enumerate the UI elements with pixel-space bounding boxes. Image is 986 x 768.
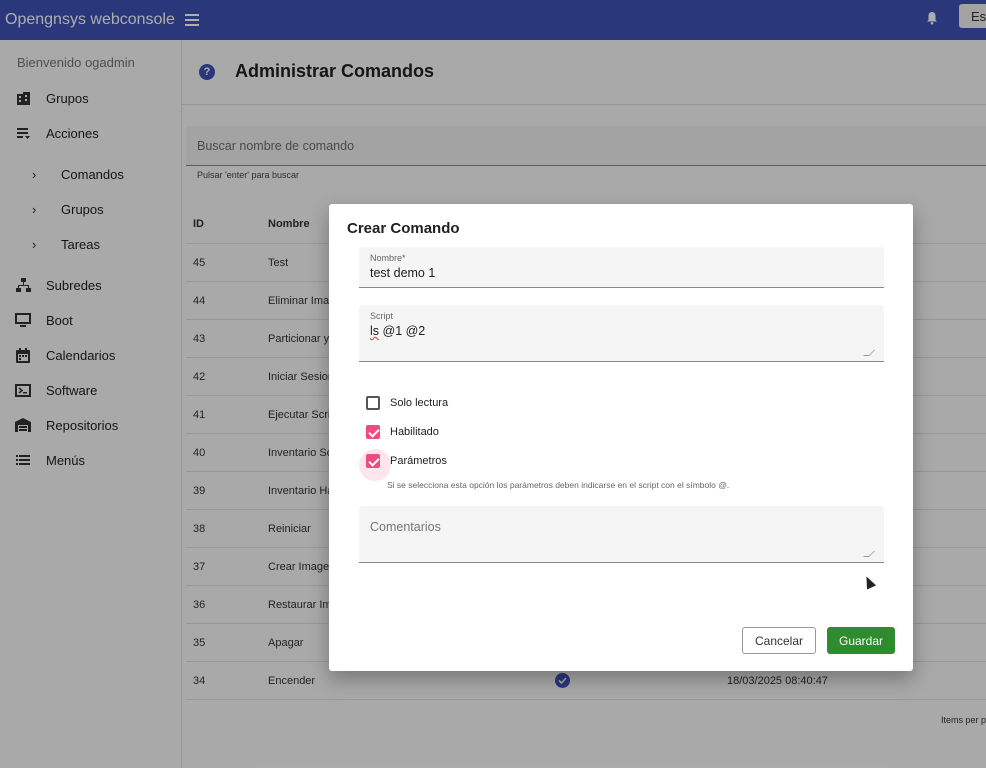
checkbox-box[interactable] [359,449,391,481]
name-input[interactable]: test demo 1 [370,266,435,280]
checkbox-habilitado[interactable]: Habilitado [366,422,439,442]
resize-handle-icon[interactable] [863,551,875,557]
dialog-title: Crear Comando [347,220,460,237]
checkbox-box[interactable] [366,396,380,410]
checkbox-solo-lectura[interactable]: Solo lectura [366,393,448,413]
checkbox-box[interactable] [366,425,380,439]
comments-placeholder: Comentarios [370,520,441,534]
script-text: @1 @2 [379,324,426,338]
checkbox-label: Habilitado [390,426,439,438]
resize-handle-icon[interactable] [863,350,875,356]
cancel-button[interactable]: Cancelar [742,627,816,654]
name-field[interactable]: Nombre* test demo 1 [359,247,884,288]
checkbox-label: Solo lectura [390,397,449,409]
checkbox-label: Parámetros [390,455,447,467]
script-field[interactable]: Script ls @1 @2 [359,305,884,362]
comments-field[interactable]: Comentarios [359,506,884,563]
name-field-label: Nombre* [370,253,406,263]
save-button[interactable]: Guardar [827,627,895,654]
spellcheck-word: ls [370,324,380,338]
script-field-label: Script [370,311,394,321]
checkbox-parametros[interactable]: Parámetros [359,449,447,481]
create-command-dialog: Crear Comando Nombre* test demo 1 Script… [329,204,913,671]
script-textarea[interactable]: ls @1 @2 [370,324,425,338]
focus-ripple [359,449,391,481]
params-hint: Si se selecciona esta opción los parámet… [387,480,730,490]
